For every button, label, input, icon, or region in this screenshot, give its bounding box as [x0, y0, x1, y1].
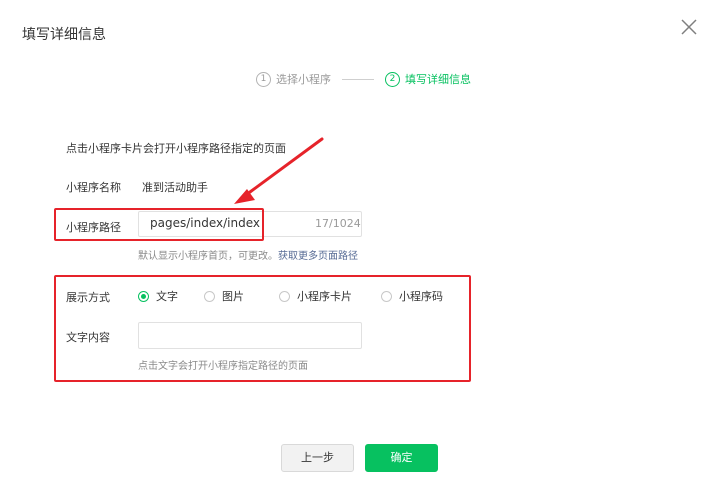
- path-hint-text: 默认显示小程序首页，可更改。: [138, 251, 278, 262]
- path-char-count: 17/1024: [315, 217, 361, 230]
- step-fill-details: 2 填写详细信息: [385, 71, 471, 87]
- step-number: 1: [256, 71, 271, 87]
- miniprogram-name-value: 准到活动助手: [142, 181, 208, 194]
- step-label: 选择小程序: [276, 73, 331, 86]
- step-number: 2: [385, 71, 400, 87]
- annotation-box-display: [54, 275, 471, 382]
- more-paths-link[interactable]: 获取更多页面路径: [278, 251, 358, 262]
- step-select-miniprogram[interactable]: 1 选择小程序: [256, 71, 331, 87]
- dialog-title: 填写详细信息: [22, 27, 106, 43]
- close-icon[interactable]: [679, 17, 699, 37]
- annotation-box-path: [54, 208, 264, 241]
- step-label: 填写详细信息: [405, 73, 471, 86]
- confirm-button[interactable]: 确定: [365, 444, 438, 472]
- step-divider: [342, 78, 374, 80]
- card-hint-text: 点击小程序卡片会打开小程序路径指定的页面: [66, 142, 286, 155]
- stepper: 1 选择小程序 2 填写详细信息: [256, 70, 471, 88]
- path-hint: 默认显示小程序首页，可更改。获取更多页面路径: [138, 247, 358, 262]
- previous-step-button[interactable]: 上一步: [281, 444, 354, 472]
- miniprogram-name-label: 小程序名称: [66, 181, 121, 194]
